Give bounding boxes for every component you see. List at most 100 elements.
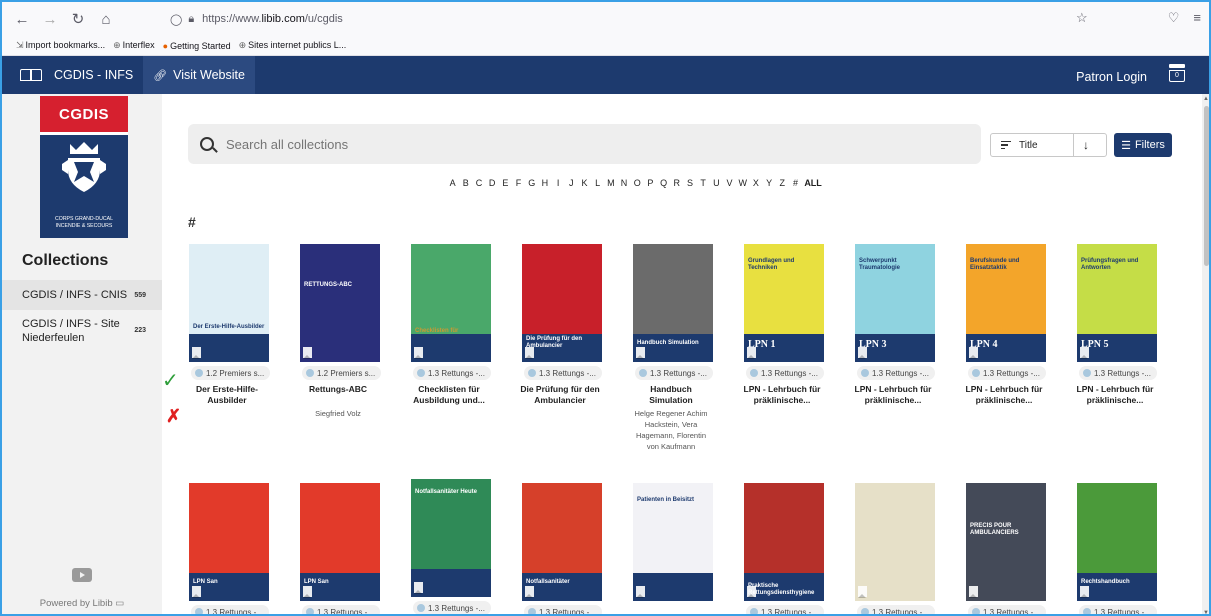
alphabet-letter[interactable]: U [710, 178, 723, 188]
bookmark-icon[interactable] [192, 586, 201, 598]
pocket-icon[interactable]: ♡ [1168, 10, 1180, 26]
alphabet-letter[interactable]: X [749, 178, 762, 188]
book-cover[interactable]: Checklisten für [411, 244, 491, 362]
alphabet-letter[interactable]: T [697, 178, 710, 188]
alphabet-letter[interactable]: Q [657, 178, 670, 188]
bookmark-icon[interactable] [303, 347, 312, 359]
book-title[interactable]: Handbuch [621, 384, 721, 395]
book-title[interactable]: LPN - Lehrbuch für [732, 384, 832, 395]
book-cover[interactable]: Schwerpunkt Traumatologie LPN 3 [855, 244, 935, 362]
alphabet-letter[interactable]: G [525, 178, 538, 188]
book-title[interactable]: LPN - Lehrbuch für [954, 384, 1054, 395]
patron-login-link[interactable]: Patron Login [1076, 70, 1147, 84]
bookmark-getting-started[interactable]: ● Getting Started [163, 41, 231, 51]
alphabet-letter[interactable]: I [552, 178, 565, 188]
book-cover[interactable]: Praktische Rettungsdiensthygiene [744, 483, 824, 601]
book-cover[interactable]: Berufskunde und Einsatztaktik LPN 4 [966, 244, 1046, 362]
bookmark-icon[interactable] [414, 347, 423, 359]
book-cover[interactable] [855, 483, 935, 601]
alphabet-letter[interactable]: B [459, 178, 472, 188]
alphabet-letter[interactable]: H [538, 178, 551, 188]
alphabet-letter[interactable]: R [670, 178, 683, 188]
book-cover[interactable]: Die Prüfung für den Ambulancier [522, 244, 602, 362]
bookmark-icon[interactable] [636, 347, 645, 359]
bookmark-import[interactable]: ⇲ Import bookmarks... [16, 40, 105, 51]
book-title[interactable]: Rettungs-ABC [288, 384, 388, 395]
back-icon[interactable]: ← [8, 11, 36, 28]
book-title[interactable]: Simulation [621, 395, 721, 406]
alphabet-letter[interactable]: O [631, 178, 644, 188]
brand-link[interactable]: CGDIS - INFS [20, 56, 143, 94]
collection-item-niederfeulen[interactable]: CGDIS / INFS - Site Niederfeulen 223 [2, 312, 162, 350]
book-title[interactable]: Ausbildung und... [399, 395, 499, 406]
book-cover[interactable]: Der Erste-Hilfe-Ausbilder [189, 244, 269, 362]
book-title[interactable]: Die Prüfung für den [510, 384, 610, 395]
book-cover[interactable]: LPN San [189, 483, 269, 601]
alphabet-letter[interactable]: D [486, 178, 499, 188]
alphabet-all[interactable]: ALL [802, 178, 824, 188]
book-cover[interactable]: Handbuch Simulation [633, 244, 713, 362]
url-bar[interactable]: ◯ 🔒︎ https://www.libib.com/u/cgdis [170, 8, 1100, 30]
alphabet-letter[interactable]: W [736, 178, 749, 188]
book-title[interactable]: präklinische... [732, 395, 832, 406]
sort-direction-icon[interactable]: ↓ [1083, 138, 1089, 152]
book-cover[interactable]: LPN San [300, 483, 380, 601]
scrollbar-thumb[interactable] [1204, 106, 1209, 266]
alphabet-letter[interactable]: Z [776, 178, 789, 188]
book-title[interactable]: Ausbilder [177, 395, 277, 406]
bookmark-icon[interactable] [636, 586, 645, 598]
book-cover[interactable]: Notfallsanitäter Heute [411, 479, 491, 597]
bookmark-icon[interactable] [525, 586, 534, 598]
book-title[interactable]: Der Erste-Hilfe- [177, 384, 277, 395]
alphabet-letter[interactable]: E [499, 178, 512, 188]
forward-icon[interactable]: → [36, 11, 64, 28]
alphabet-letter[interactable]: J [565, 178, 578, 188]
book-title[interactable]: präklinische... [843, 395, 943, 406]
bookmark-icon[interactable] [969, 347, 978, 359]
bookmark-icon[interactable] [858, 347, 867, 359]
sort-select[interactable]: Title ↓ [990, 133, 1107, 157]
bookmark-icon[interactable] [303, 586, 312, 598]
alphabet-letter[interactable]: V [723, 178, 736, 188]
bookmark-icon[interactable] [192, 347, 201, 359]
home-icon[interactable]: ⌂ [92, 11, 120, 28]
book-title[interactable]: Ambulancier [510, 395, 610, 406]
book-cover[interactable]: RETTUNGS-ABC [300, 244, 380, 362]
book-cover[interactable]: Prüfungsfragen und Antworten LPN 5 [1077, 244, 1157, 362]
book-cover[interactable]: Notfallsanitäter [522, 483, 602, 601]
alphabet-letter[interactable]: K [578, 178, 591, 188]
bookmark-icon[interactable] [747, 347, 756, 359]
powered-by-libib[interactable]: Powered by Libib ▭ [2, 598, 162, 609]
alphabet-letter[interactable]: L [591, 178, 604, 188]
visit-website-link[interactable]: 🔗︎ Visit Website [143, 56, 255, 94]
alphabet-letter[interactable]: P [644, 178, 657, 188]
bookmark-interflex[interactable]: ⊕ Interflex [113, 40, 155, 51]
filters-button[interactable]: ☰ Filters [1114, 133, 1172, 157]
book-cover[interactable]: Rechtshandbuch [1077, 483, 1157, 601]
cart-icon[interactable]: 0 [1167, 64, 1187, 86]
alphabet-letter[interactable]: S [683, 178, 696, 188]
bookmark-icon[interactable] [525, 347, 534, 359]
book-cover[interactable]: Patienten in Beisitzt [633, 483, 713, 601]
book-title[interactable]: Checklisten für [399, 384, 499, 395]
search-input[interactable] [226, 136, 926, 152]
book-cover[interactable]: PRECIS POUR AMBULANCIERS [966, 483, 1046, 601]
scrollbar[interactable]: ▲ ▼ [1202, 94, 1209, 614]
alphabet-letter[interactable]: A [446, 178, 459, 188]
alphabet-letter[interactable]: F [512, 178, 525, 188]
bookmark-icon[interactable] [969, 586, 978, 598]
book-cover[interactable]: Grundlagen und Techniken LPN 1 [744, 244, 824, 362]
alphabet-letter[interactable]: M [604, 178, 617, 188]
reload-icon[interactable]: ↻ [64, 10, 92, 28]
menu-icon[interactable]: ≡ [1193, 10, 1201, 26]
bookmark-icon[interactable] [747, 586, 756, 598]
bookmark-icon[interactable] [858, 586, 867, 598]
alphabet-letter[interactable]: C [472, 178, 485, 188]
bookmark-icon[interactable] [414, 582, 423, 594]
bookmark-icon[interactable] [1080, 586, 1089, 598]
book-title[interactable]: präklinische... [1065, 395, 1165, 406]
book-title[interactable]: LPN - Lehrbuch für [1065, 384, 1165, 395]
youtube-icon[interactable] [72, 568, 92, 582]
bookmark-icon[interactable] [1080, 347, 1089, 359]
bookmark-star-icon[interactable]: ☆ [1076, 10, 1088, 26]
